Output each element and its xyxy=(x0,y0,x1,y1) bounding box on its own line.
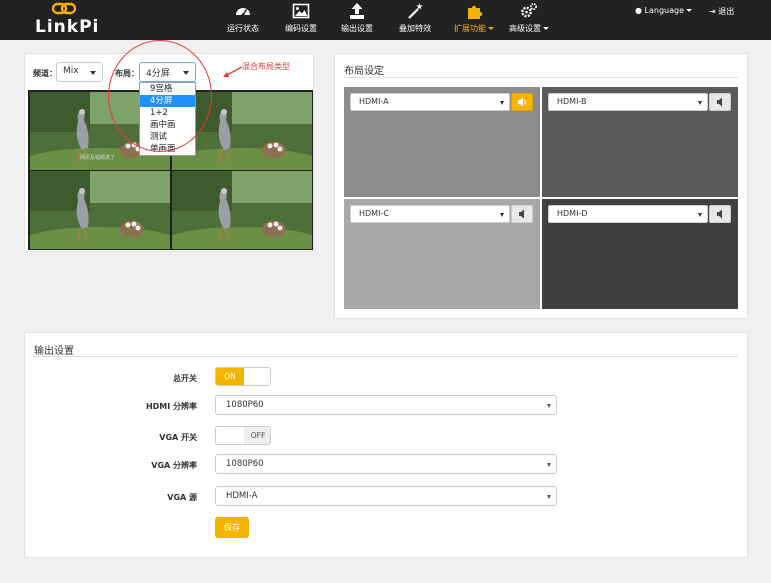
nav-overlay-label: 叠加特效 xyxy=(399,24,431,33)
toggle-on-label: ON xyxy=(216,368,244,385)
video-quadrant-4 xyxy=(172,171,312,249)
annotation-arrow-icon xyxy=(223,66,243,77)
output-settings-panel xyxy=(24,332,748,558)
nav-output-label: 输出设置 xyxy=(341,24,373,33)
chevron-down-icon xyxy=(698,101,702,105)
cell-source-value: HDMI-B xyxy=(557,97,587,106)
language-label: Language xyxy=(644,6,685,15)
layout-panel-title: 布局设定 xyxy=(344,66,384,77)
nav-advanced[interactable]: 高级设置 xyxy=(506,2,552,38)
audio-toggle-button[interactable] xyxy=(511,93,533,111)
nav-advanced-label: 高级设置 xyxy=(506,23,552,34)
upload-icon xyxy=(350,3,364,19)
nav-overlay[interactable]: 叠加特效 xyxy=(394,2,436,38)
magic-wand-icon xyxy=(408,3,423,19)
audio-toggle-button[interactable] xyxy=(709,205,731,223)
top-navbar: LinkPi 运行状态 编码设置 输出设置 叠加特效 扩展功能 高级设置 ● L… xyxy=(0,0,771,40)
image-icon xyxy=(292,3,310,19)
master-switch-label: 总开关 xyxy=(173,374,197,383)
nav-output[interactable]: 输出设置 xyxy=(336,2,378,38)
dashboard-icon xyxy=(236,8,250,17)
vga-resolution-label: VGA 分辨率 xyxy=(151,461,197,470)
chevron-down-icon xyxy=(547,404,551,408)
toggle-off-label: OFF xyxy=(244,427,270,444)
nav-extensions[interactable]: 扩展功能 xyxy=(448,2,500,38)
annotation-circle xyxy=(108,40,212,152)
volume-off-icon xyxy=(717,209,722,219)
chevron-down-icon xyxy=(90,71,96,75)
cell-source-select[interactable]: HDMI-A xyxy=(350,93,510,111)
vga-resolution-value: 1080P60 xyxy=(226,459,264,469)
save-button[interactable]: 保存 xyxy=(215,517,249,538)
nav-encode-label: 编码设置 xyxy=(285,24,317,33)
chevron-down-icon xyxy=(500,213,504,217)
channel-value: Mix xyxy=(63,66,79,76)
hdmi-resolution-label: HDMI 分辨率 xyxy=(145,402,197,411)
nav-status-label: 运行状态 xyxy=(227,24,259,33)
layout-cell-a: HDMI-A xyxy=(344,87,540,197)
brand-name: LinkPi xyxy=(35,17,100,37)
cell-source-select[interactable]: HDMI-B xyxy=(548,93,708,111)
channel-label: 频道： xyxy=(33,69,57,78)
vga-resolution-select[interactable]: 1080P60 xyxy=(215,454,557,474)
nav-encode[interactable]: 编码设置 xyxy=(280,2,322,38)
logo[interactable]: LinkPi xyxy=(35,2,105,38)
audio-toggle-button[interactable] xyxy=(511,205,533,223)
gears-icon xyxy=(521,3,537,18)
channel-select[interactable]: Mix xyxy=(56,62,103,82)
divider xyxy=(33,356,738,357)
cell-source-select[interactable]: HDMI-D xyxy=(548,205,708,223)
divider xyxy=(343,77,738,78)
layout-cell-b: HDMI-B xyxy=(542,87,738,197)
layout-cell-d: HDMI-D xyxy=(542,199,738,309)
cell-source-value: HDMI-D xyxy=(557,209,588,218)
hdmi-resolution-select[interactable]: 1080P60 xyxy=(215,395,557,415)
vga-source-label: VGA 源 xyxy=(167,493,197,502)
chain-link-icon xyxy=(52,2,76,15)
vga-switch-toggle[interactable]: OFF xyxy=(215,426,271,445)
volume-up-icon xyxy=(518,97,526,107)
video-watermark: 网页及视频流了 xyxy=(80,155,116,161)
hdmi-resolution-value: 1080P60 xyxy=(226,400,264,410)
master-switch-toggle[interactable]: ON xyxy=(215,367,271,386)
vga-source-select[interactable]: HDMI-A xyxy=(215,486,557,506)
nav-extensions-label: 扩展功能 xyxy=(448,23,500,34)
cell-source-value: HDMI-A xyxy=(359,97,389,106)
volume-off-icon xyxy=(717,97,722,107)
volume-off-icon xyxy=(519,209,524,219)
chevron-down-icon xyxy=(547,463,551,467)
cell-source-value: HDMI-C xyxy=(359,209,389,218)
vga-source-value: HDMI-A xyxy=(226,491,258,501)
globe-icon: ● xyxy=(635,6,642,15)
logout-label: 退出 xyxy=(718,7,735,16)
layout-cell-c: HDMI-C xyxy=(344,199,540,309)
video-quadrant-3 xyxy=(30,171,170,249)
chevron-down-icon xyxy=(500,101,504,105)
toggle-knob xyxy=(216,427,244,444)
chevron-down-icon xyxy=(698,213,702,217)
logout-button[interactable]: ⇥ 退出 xyxy=(709,6,734,17)
puzzle-icon xyxy=(468,5,483,19)
language-menu[interactable]: ● Language xyxy=(635,6,693,15)
toggle-knob xyxy=(244,368,270,385)
vga-switch-label: VGA 开关 xyxy=(159,433,197,442)
audio-toggle-button[interactable] xyxy=(709,93,731,111)
cell-source-select[interactable]: HDMI-C xyxy=(350,205,510,223)
nav-status[interactable]: 运行状态 xyxy=(222,2,264,38)
chevron-down-icon xyxy=(547,495,551,499)
sign-out-icon: ⇥ xyxy=(709,7,716,16)
annotation-text: 混合布局类型 xyxy=(242,62,290,71)
output-panel-title: 输出设置 xyxy=(34,346,74,357)
layout-grid: HDMI-A HDMI-B HDMI-C HDMI-D xyxy=(344,87,738,309)
